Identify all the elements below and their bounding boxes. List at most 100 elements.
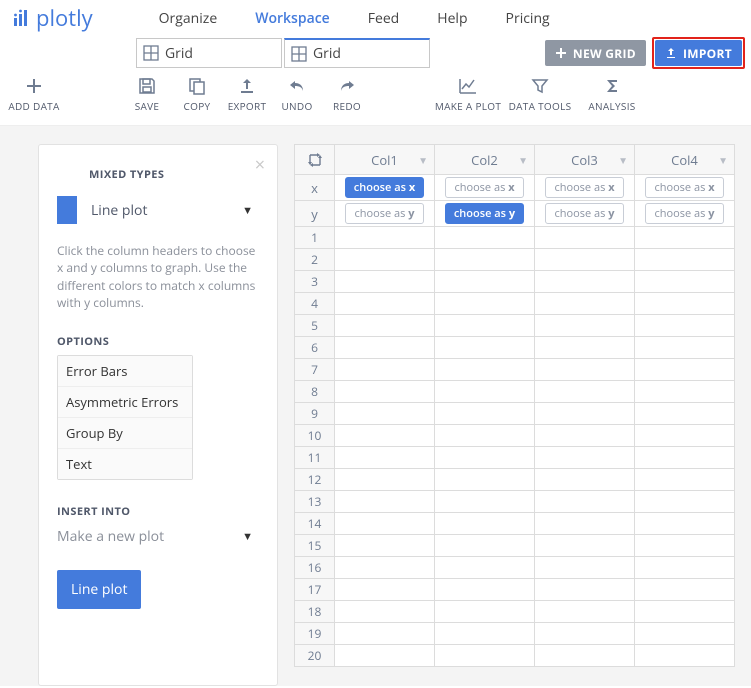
choose-y-col4[interactable]: choose as y bbox=[645, 203, 723, 224]
row-header-6[interactable]: 6 bbox=[295, 337, 335, 359]
cell-r6-c4[interactable] bbox=[635, 337, 735, 359]
cell-r17-c1[interactable] bbox=[335, 579, 435, 601]
cell-r9-c1[interactable] bbox=[335, 403, 435, 425]
cell-r9-c2[interactable] bbox=[435, 403, 535, 425]
option-error-bars[interactable]: Error Bars bbox=[58, 356, 192, 387]
cell-r14-c1[interactable] bbox=[335, 513, 435, 535]
tab-grid-0[interactable]: Grid bbox=[136, 38, 282, 68]
cell-r16-c2[interactable] bbox=[435, 557, 535, 579]
cell-r12-c1[interactable] bbox=[335, 469, 435, 491]
import-button[interactable]: IMPORT bbox=[655, 40, 742, 66]
choose-x-col2[interactable]: choose as x bbox=[445, 177, 523, 198]
cell-r13-c1[interactable] bbox=[335, 491, 435, 513]
cell-r9-c3[interactable] bbox=[535, 403, 635, 425]
row-header-17[interactable]: 17 bbox=[295, 579, 335, 601]
nav-feed[interactable]: Feed bbox=[368, 9, 400, 28]
make-a-plot-button[interactable]: MAKE A PLOT bbox=[432, 76, 504, 113]
row-header-10[interactable]: 10 bbox=[295, 425, 335, 447]
cell-r15-c1[interactable] bbox=[335, 535, 435, 557]
cell-r4-c2[interactable] bbox=[435, 293, 535, 315]
cell-r3-c1[interactable] bbox=[335, 271, 435, 293]
option-asymmetric-errors[interactable]: Asymmetric Errors bbox=[58, 387, 192, 418]
cell-r19-c2[interactable] bbox=[435, 623, 535, 645]
cell-r16-c3[interactable] bbox=[535, 557, 635, 579]
cell-r2-c3[interactable] bbox=[535, 249, 635, 271]
cell-r14-c3[interactable] bbox=[535, 513, 635, 535]
cell-r2-c4[interactable] bbox=[635, 249, 735, 271]
cell-r5-c3[interactable] bbox=[535, 315, 635, 337]
cell-r7-c2[interactable] bbox=[435, 359, 535, 381]
choose-y-col3[interactable]: choose as y bbox=[545, 203, 623, 224]
choose-y-col2[interactable]: choose as y bbox=[445, 203, 524, 224]
cell-r4-c4[interactable] bbox=[635, 293, 735, 315]
choose-x-col4[interactable]: choose as x bbox=[645, 177, 723, 198]
cell-r4-c1[interactable] bbox=[335, 293, 435, 315]
cell-r1-c3[interactable] bbox=[535, 227, 635, 249]
col-menu-icon[interactable]: ▼ bbox=[418, 153, 428, 167]
copy-button[interactable]: COPY bbox=[172, 76, 222, 113]
row-header-14[interactable]: 14 bbox=[295, 513, 335, 535]
cell-r18-c4[interactable] bbox=[635, 601, 735, 623]
cell-r13-c4[interactable] bbox=[635, 491, 735, 513]
brand-logo[interactable]: plotly bbox=[4, 3, 101, 33]
col-header-1[interactable]: Col1▼ bbox=[335, 145, 435, 175]
cell-r16-c1[interactable] bbox=[335, 557, 435, 579]
cell-r3-c3[interactable] bbox=[535, 271, 635, 293]
cell-r16-c4[interactable] bbox=[635, 557, 735, 579]
row-header-19[interactable]: 19 bbox=[295, 623, 335, 645]
nav-help[interactable]: Help bbox=[437, 9, 467, 28]
add-data-button[interactable]: ADD DATA bbox=[0, 76, 68, 113]
nav-workspace[interactable]: Workspace bbox=[255, 9, 330, 28]
cell-r17-c2[interactable] bbox=[435, 579, 535, 601]
cell-r2-c1[interactable] bbox=[335, 249, 435, 271]
cell-r10-c4[interactable] bbox=[635, 425, 735, 447]
choose-x-col1[interactable]: choose as x bbox=[345, 177, 424, 198]
tab-grid-1[interactable]: Grid bbox=[284, 38, 430, 68]
cell-r6-c1[interactable] bbox=[335, 337, 435, 359]
row-header-7[interactable]: 7 bbox=[295, 359, 335, 381]
cell-r11-c2[interactable] bbox=[435, 447, 535, 469]
cell-r19-c3[interactable] bbox=[535, 623, 635, 645]
row-header-11[interactable]: 11 bbox=[295, 447, 335, 469]
cell-r7-c4[interactable] bbox=[635, 359, 735, 381]
cell-r8-c3[interactable] bbox=[535, 381, 635, 403]
export-button[interactable]: EXPORT bbox=[222, 76, 272, 113]
row-header-3[interactable]: 3 bbox=[295, 271, 335, 293]
row-header-8[interactable]: 8 bbox=[295, 381, 335, 403]
col-header-3[interactable]: Col3▼ bbox=[535, 145, 635, 175]
cell-r3-c2[interactable] bbox=[435, 271, 535, 293]
cell-r14-c4[interactable] bbox=[635, 513, 735, 535]
row-header-2[interactable]: 2 bbox=[295, 249, 335, 271]
col-menu-icon[interactable]: ▼ bbox=[618, 153, 628, 167]
cell-r12-c2[interactable] bbox=[435, 469, 535, 491]
cell-r8-c1[interactable] bbox=[335, 381, 435, 403]
col-menu-icon[interactable]: ▼ bbox=[518, 153, 528, 167]
choose-x-col3[interactable]: choose as x bbox=[545, 177, 623, 198]
col-header-4[interactable]: Col4▼ bbox=[635, 145, 735, 175]
cell-r3-c4[interactable] bbox=[635, 271, 735, 293]
new-grid-button[interactable]: NEW GRID bbox=[545, 40, 646, 66]
undo-button[interactable]: UNDO bbox=[272, 76, 322, 113]
row-header-5[interactable]: 5 bbox=[295, 315, 335, 337]
cell-r20-c1[interactable] bbox=[335, 645, 435, 667]
cell-r18-c3[interactable] bbox=[535, 601, 635, 623]
cell-r1-c1[interactable] bbox=[335, 227, 435, 249]
cell-r17-c4[interactable] bbox=[635, 579, 735, 601]
row-header-9[interactable]: 9 bbox=[295, 403, 335, 425]
cell-r10-c3[interactable] bbox=[535, 425, 635, 447]
cell-r7-c1[interactable] bbox=[335, 359, 435, 381]
cell-r10-c2[interactable] bbox=[435, 425, 535, 447]
cell-r18-c2[interactable] bbox=[435, 601, 535, 623]
cell-r5-c4[interactable] bbox=[635, 315, 735, 337]
col-menu-icon[interactable]: ▼ bbox=[718, 153, 728, 167]
cell-r6-c2[interactable] bbox=[435, 337, 535, 359]
cell-r1-c4[interactable] bbox=[635, 227, 735, 249]
row-header-12[interactable]: 12 bbox=[295, 469, 335, 491]
cell-r14-c2[interactable] bbox=[435, 513, 535, 535]
cell-r13-c2[interactable] bbox=[435, 491, 535, 513]
row-header-15[interactable]: 15 bbox=[295, 535, 335, 557]
cell-r4-c3[interactable] bbox=[535, 293, 635, 315]
data-tools-button[interactable]: DATA TOOLS bbox=[504, 76, 576, 113]
analysis-button[interactable]: ANALYSIS bbox=[576, 76, 648, 113]
cell-r9-c4[interactable] bbox=[635, 403, 735, 425]
